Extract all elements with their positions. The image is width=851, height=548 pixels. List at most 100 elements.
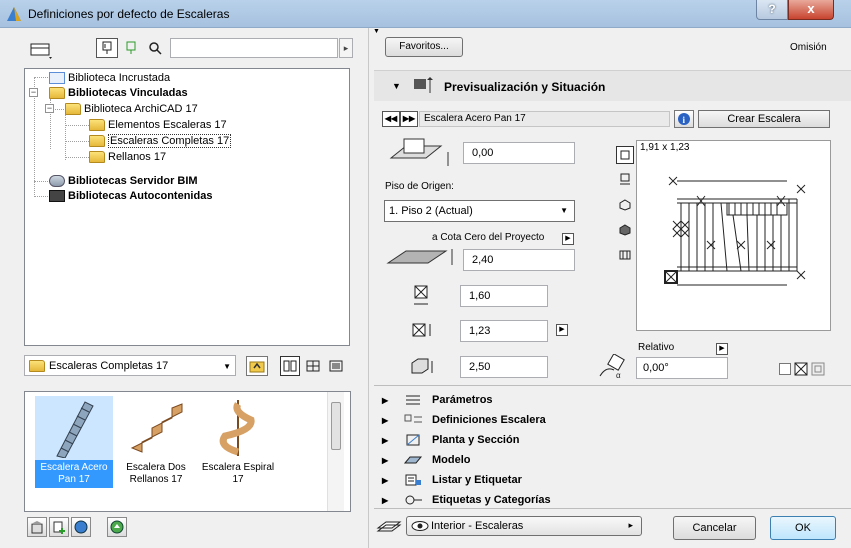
preview-settings-icon — [414, 77, 433, 93]
cota-field[interactable]: 2,40 — [463, 249, 575, 271]
collapse-icon[interactable]: − — [45, 104, 54, 113]
info-icon[interactable]: i — [674, 110, 694, 128]
ok-button[interactable]: OK — [770, 516, 836, 540]
tree-item-elementos-escaleras[interactable]: Elementos Escaleras 17 — [89, 117, 227, 132]
list-view-icon[interactable] — [326, 356, 346, 376]
floor-plan-view-icon[interactable] — [616, 146, 634, 164]
omision-label: Omisión — [790, 42, 827, 53]
mirror-icon[interactable] — [793, 361, 809, 377]
width-icon — [414, 285, 428, 305]
mirror-checkbox[interactable] — [779, 363, 791, 375]
cota-arrow-button[interactable]: ▶ — [562, 233, 574, 245]
help-button[interactable]: ? — [756, 0, 788, 20]
relativo-arrow-button[interactable]: ▶ — [716, 343, 728, 355]
globe-icon[interactable] — [71, 517, 91, 537]
depth-arrow-button[interactable]: ▶ — [556, 324, 568, 336]
library-item-dos-rellanos[interactable]: Escalera Dos Rellanos 17 — [117, 392, 195, 488]
folder-icon — [89, 134, 105, 147]
3d-solid-view-icon[interactable] — [616, 221, 634, 239]
dropdown-arrow-icon: ▼ — [223, 362, 231, 371]
pin-library-icon[interactable] — [96, 38, 118, 58]
chevron-right-icon[interactable]: ▸ — [339, 38, 353, 58]
section-view-icon[interactable] — [616, 170, 634, 188]
piso-label: Piso de Origen: — [385, 181, 454, 192]
3d-wire-view-icon[interactable] — [616, 196, 634, 214]
next-object-button[interactable]: ▶▶ — [400, 111, 418, 127]
library-item-acero-pan[interactable]: Escalera Acero Pan 17 — [35, 392, 113, 488]
library-search-input[interactable] — [170, 38, 338, 58]
container-icon — [49, 189, 65, 202]
folder-icon — [49, 86, 65, 99]
section-definiciones[interactable]: ▶ Definiciones Escalera — [382, 411, 546, 429]
add-library-icon[interactable] — [49, 517, 69, 537]
list-label-icon — [405, 474, 421, 486]
dropdown-arrow-icon: ▼ — [560, 206, 568, 215]
section-planta[interactable]: ▶ Planta y Sección — [382, 431, 519, 449]
folder-icon — [29, 359, 45, 372]
height-field[interactable]: 2,50 — [460, 356, 548, 378]
parameters-icon — [406, 395, 420, 405]
library-tree: Biblioteca Incrustada − Bibliotecas Vinc… — [24, 68, 350, 346]
prev-object-button[interactable]: ◀◀ — [382, 111, 400, 127]
section-parametros[interactable]: ▶ Parámetros — [382, 391, 493, 409]
model-view-icon[interactable] — [616, 246, 634, 264]
piso-dropdown[interactable]: 1. Piso 2 (Actual) ▼ — [384, 200, 575, 222]
favoritos-button[interactable]: Favoritos... — [385, 37, 463, 57]
view-mode-icon[interactable] — [28, 40, 54, 60]
offset-field[interactable]: 0,00 — [463, 142, 575, 164]
mirror-alt-icon[interactable] — [810, 361, 826, 377]
tree-item-rellanos[interactable]: Rellanos 17 — [89, 149, 166, 164]
scrollbar[interactable] — [327, 392, 344, 511]
depth-field[interactable]: 1,23 — [460, 320, 548, 342]
section-etiquetas[interactable]: ▶ Etiquetas y Categorías — [382, 491, 551, 509]
small-icons-view-icon[interactable] — [303, 356, 323, 376]
model-icon — [403, 456, 423, 464]
width-field[interactable]: 1,60 — [460, 285, 548, 307]
svg-text:α: α — [616, 371, 621, 380]
preview-section-header[interactable]: ▼ Previsualización y Situación — [374, 71, 851, 101]
stair-thumbnail — [117, 396, 195, 460]
tree-item-autocontenidas[interactable]: Bibliotecas Autocontenidas — [49, 188, 212, 203]
folder-dropdown[interactable]: Escaleras Completas 17 ▼ — [24, 355, 236, 376]
plan-section-icon — [406, 434, 420, 446]
stair-plan-drawing — [664, 176, 806, 286]
collapse-arrow-icon[interactable]: ▼ — [373, 28, 380, 35]
tree-item-biblioteca-incrustada[interactable]: Biblioteca Incrustada — [49, 70, 170, 85]
layer-dropdown[interactable]: Interior - Escaleras ▸ — [406, 516, 642, 536]
collapse-icon[interactable]: − — [29, 88, 38, 97]
chevron-right-icon: ▸ — [628, 520, 633, 530]
large-icons-view-icon[interactable] — [280, 356, 300, 376]
cancel-button[interactable]: Cancelar — [673, 516, 756, 540]
close-button[interactable]: x — [788, 0, 834, 20]
tree-item-biblioteca-archicad[interactable]: Biblioteca ArchiCAD 17 — [65, 101, 198, 116]
tree-item-bibliotecas-vinculadas[interactable]: Bibliotecas Vinculadas — [49, 85, 188, 100]
folder-up-icon[interactable] — [246, 356, 268, 376]
stair-thumbnail — [35, 396, 113, 460]
web-object-icon[interactable] — [107, 517, 127, 537]
eye-icon — [411, 521, 429, 531]
angle-field[interactable]: 0,00° — [636, 357, 728, 379]
library-manager-icon[interactable] — [27, 517, 47, 537]
section-listar[interactable]: ▶ Listar y Etiquetar — [382, 471, 522, 489]
library-item-espiral[interactable]: Escalera Espiral 17 — [199, 392, 277, 488]
library-items-panel: Escalera Acero Pan 17 Escalera Dos Rella… — [24, 391, 351, 512]
stair-preview: 1,91 x 1,23 — [636, 140, 831, 331]
section-title: Previsualización y Situación — [444, 80, 606, 94]
expand-arrow-icon: ▶ — [382, 475, 389, 485]
expand-arrow-icon: ▶ — [382, 415, 389, 425]
section-modelo[interactable]: ▶ Modelo — [382, 451, 471, 469]
pin-green-icon[interactable] — [120, 38, 142, 58]
create-stair-button[interactable]: Crear Escalera — [698, 110, 830, 128]
tags-icon — [405, 495, 422, 505]
expand-arrow-icon: ▶ — [382, 455, 389, 465]
search-icon[interactable] — [144, 38, 166, 58]
stair-thumbnail — [199, 396, 277, 460]
folder-icon — [65, 102, 81, 115]
expand-arrow-icon: ▼ — [392, 81, 401, 91]
height-icon — [411, 358, 433, 374]
tree-item-servidor-bim[interactable]: Bibliotecas Servidor BIM — [49, 173, 198, 188]
folder-icon — [89, 118, 105, 131]
tree-item-escaleras-completas[interactable]: Escaleras Completas 17 — [89, 133, 232, 148]
offset-icon — [389, 138, 449, 166]
window-title: Definiciones por defecto de Escaleras — [28, 7, 230, 21]
